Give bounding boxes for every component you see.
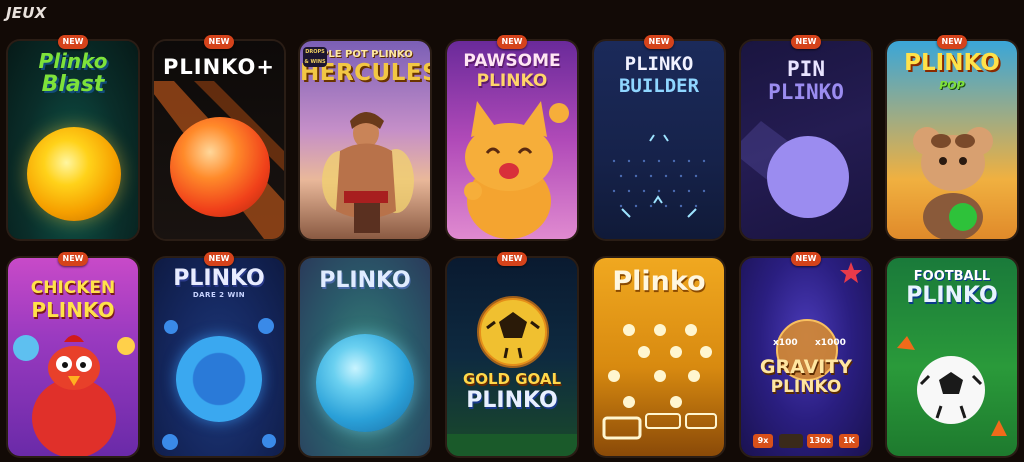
- red-ball: [170, 117, 270, 217]
- game-card-football-plinko[interactable]: FOOTBALL PLINKO: [887, 258, 1017, 456]
- new-badge: NEW: [204, 252, 234, 266]
- chip-9x: 9x: [753, 434, 773, 448]
- blue-ring-ball: [176, 336, 262, 422]
- game-card-plinko-dare2win[interactable]: PLINKO DARE 2 WIN: [154, 258, 284, 456]
- new-badge: NEW: [497, 252, 527, 266]
- game-card-plinko-builder[interactable]: PLINKO BUILDER: [594, 41, 724, 239]
- cat-illustration: [464, 101, 569, 239]
- game-card-gravity-plinko[interactable]: x100 x1000 GRAVITY PLINKO 9x 130x 1K: [741, 258, 871, 456]
- chip-bonus-icon: [779, 434, 803, 448]
- game-title-line1: Plinko: [38, 49, 108, 73]
- game-title-line2: PLINKO: [770, 377, 842, 397]
- game-card-plinko-plus[interactable]: PLINKO+: [154, 41, 284, 239]
- game-card-plinko-orb[interactable]: PLINKO: [300, 258, 430, 456]
- game-card-pawsome-plinko[interactable]: PAWSOME PLINKO: [447, 41, 577, 239]
- new-badge: NEW: [644, 35, 674, 49]
- multiplier-x100: x100: [773, 338, 798, 348]
- multiplier-x1000: x1000: [815, 338, 846, 348]
- gold-football: [447, 296, 577, 456]
- game-title-line2: Blast: [41, 72, 105, 97]
- game-card-plinko-blast[interactable]: Plinko Blast: [8, 41, 138, 239]
- game-title: PLINKO: [319, 268, 411, 293]
- game-card-pin-plinko[interactable]: PIN PLINKO: [741, 41, 871, 239]
- game-title-line1: GOLD GOAL: [462, 370, 562, 388]
- game-title: PLINKO: [173, 266, 265, 291]
- game-card-plinko-pop[interactable]: PLINKO POP: [887, 41, 1017, 239]
- game-subtitle: DARE 2 WIN: [192, 291, 246, 299]
- game-grid: Plinko Blast PLINKO+ IPLE POT PLINKO HER…: [0, 0, 1024, 462]
- orange-ball: [27, 127, 121, 221]
- small-ball: [162, 434, 178, 450]
- game-card-hercules[interactable]: IPLE POT PLINKO HERCULES DROPS & WINS: [300, 41, 430, 239]
- hero-figure: [322, 112, 414, 233]
- new-badge: NEW: [204, 35, 234, 49]
- game-title-line2: PLINKO: [466, 388, 558, 413]
- new-badge: NEW: [791, 35, 821, 49]
- game-title-line1: GRAVITY: [759, 356, 853, 378]
- new-badge: NEW: [791, 252, 821, 266]
- game-title-line2: PLINKO: [768, 80, 844, 104]
- chicken-character: [13, 335, 135, 456]
- small-ball: [258, 318, 274, 334]
- game-title: PLINKO+: [163, 55, 275, 79]
- soccer-ball: [897, 336, 1007, 436]
- game-card-gold-goal-plinko[interactable]: GOLD GOAL PLINKO: [447, 258, 577, 456]
- small-ball: [262, 434, 276, 448]
- chip-130x: 130x: [807, 434, 833, 448]
- gold-pegs: [602, 324, 717, 440]
- chip-1k: 1K: [839, 434, 859, 448]
- new-badge: NEW: [497, 35, 527, 49]
- mouse-character: [913, 127, 993, 239]
- game-card-chicken-plinko[interactable]: CHICKEN PLINKO: [8, 258, 138, 456]
- purple-ball: [767, 136, 849, 218]
- new-badge: NEW: [58, 252, 88, 266]
- teal-ball: [316, 334, 414, 432]
- game-title-line1: PIN: [787, 57, 825, 81]
- new-badge: NEW: [58, 35, 88, 49]
- new-badge: NEW: [937, 35, 967, 49]
- game-card-plinko-gold[interactable]: Plinko: [594, 258, 724, 456]
- builder-pegs: [612, 134, 706, 218]
- small-ball: [164, 320, 178, 334]
